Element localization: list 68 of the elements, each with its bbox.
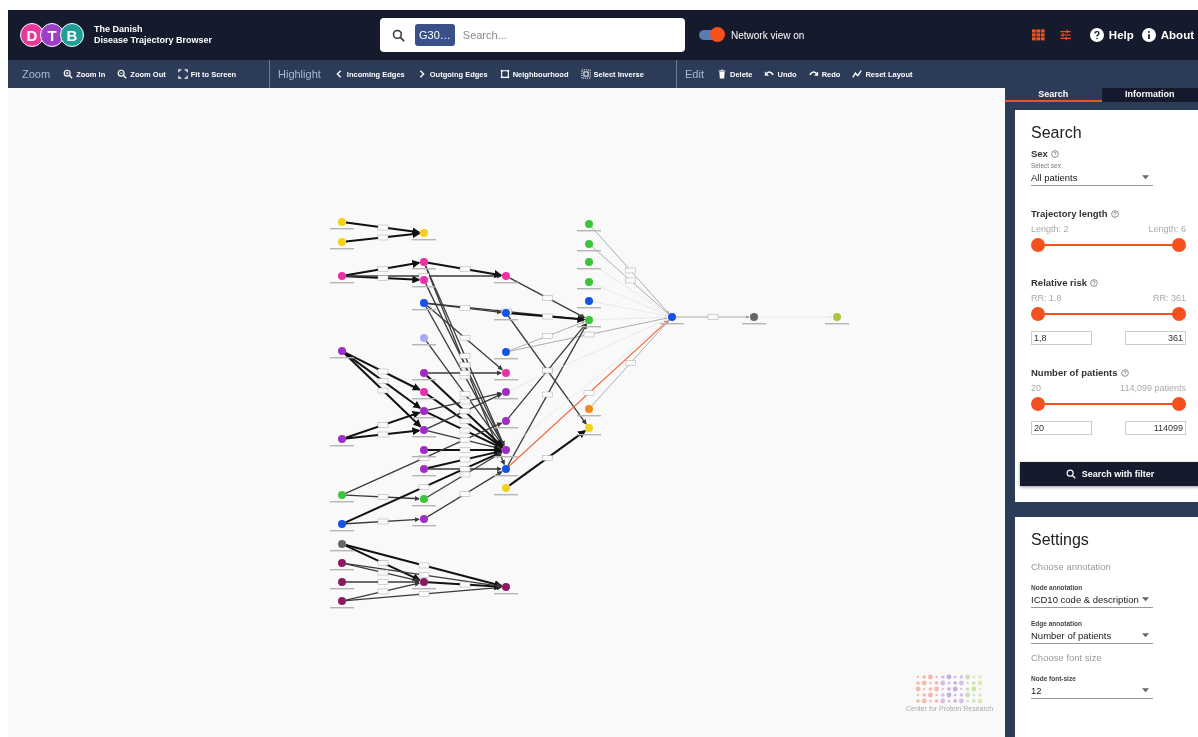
max-input[interactable]: 114099 xyxy=(1125,421,1186,435)
help-icon[interactable] xyxy=(1120,368,1129,377)
field-label: Sex xyxy=(1031,148,1048,159)
about-link[interactable]: About xyxy=(1137,28,1198,42)
slider-thumb[interactable] xyxy=(1031,397,1045,411)
search-bar[interactable]: G30… Search... xyxy=(380,18,685,52)
range-max-label: Length: 6 xyxy=(1148,224,1186,234)
range-slider[interactable] xyxy=(1031,397,1186,411)
help-link[interactable]: Help xyxy=(1085,28,1138,42)
search-icon xyxy=(392,28,405,42)
help-icon[interactable] xyxy=(1090,278,1098,287)
help-icon xyxy=(1089,28,1104,42)
fit-screen-icon xyxy=(177,69,188,79)
zigzag-line-icon xyxy=(852,69,863,79)
dotted-square-icon xyxy=(580,69,591,79)
sliders-icon[interactable] xyxy=(1058,29,1072,41)
caret-icon xyxy=(1142,633,1149,638)
grid-icon[interactable] xyxy=(1031,29,1045,41)
range-slider[interactable] xyxy=(1031,238,1186,252)
undo-arrow-icon xyxy=(764,69,775,79)
network-drawing[interactable] xyxy=(330,218,849,609)
logo-letter: D xyxy=(20,23,44,47)
field-label: Relative risk xyxy=(1031,277,1087,288)
section-subtitle: Choose annotation xyxy=(1031,561,1112,572)
help-icon[interactable] xyxy=(1110,209,1119,218)
toolbar-group-label: Zoom xyxy=(22,68,51,80)
max-input[interactable]: 361 xyxy=(1125,331,1186,345)
zoom-in-icon xyxy=(63,69,74,79)
trash-icon xyxy=(716,69,727,79)
caret-icon xyxy=(1142,597,1149,602)
card-title: Search xyxy=(1031,124,1083,142)
toolbar-group-label: Edit xyxy=(685,68,704,80)
min-input[interactable]: 20 xyxy=(1031,421,1092,435)
range-min-label: Length: 2 xyxy=(1031,224,1069,234)
slider-thumb[interactable] xyxy=(1172,397,1186,411)
panel-tab[interactable]: Search xyxy=(1005,88,1102,102)
toolbar-group-label: Highlight xyxy=(278,68,321,80)
min-input[interactable]: 1,8 xyxy=(1031,331,1092,345)
field-label: Number of patients xyxy=(1031,367,1118,378)
section-subtitle: Choose font size xyxy=(1031,652,1103,663)
search-icon xyxy=(1065,469,1076,479)
range-slider[interactable] xyxy=(1031,307,1186,321)
slider-thumb[interactable] xyxy=(1172,307,1186,321)
zoom-out-icon xyxy=(117,69,128,79)
logo-letter: T xyxy=(40,23,64,47)
app-title: The Danish xyxy=(94,24,144,35)
panel-tab[interactable]: Information xyxy=(1101,88,1198,102)
caret-icon xyxy=(1142,175,1149,180)
card-title: Settings xyxy=(1031,531,1090,549)
range-min-label: RR: 1.8 xyxy=(1031,293,1062,303)
slider-thumb[interactable] xyxy=(1031,238,1045,252)
slider-thumb[interactable] xyxy=(1031,307,1045,321)
slider-thumb[interactable] xyxy=(1172,238,1186,252)
range-max-label: 114,099 patients xyxy=(1120,383,1186,393)
network-toggle[interactable] xyxy=(699,30,723,40)
search-filter-button[interactable]: Search with filter xyxy=(1020,462,1198,486)
caret-icon xyxy=(1142,688,1149,693)
redo-arrow-icon xyxy=(808,69,819,79)
app-title: Disease Trajectory Browser xyxy=(94,35,213,46)
logo-letter: B xyxy=(60,23,84,47)
square-frame-icon xyxy=(499,69,510,79)
info-icon xyxy=(1141,28,1156,42)
field-label: Trajectory length xyxy=(1031,208,1108,219)
help-icon[interactable] xyxy=(1050,149,1059,158)
range-min-label: 20 xyxy=(1031,383,1041,393)
search-chip[interactable]: G30… xyxy=(415,24,455,46)
toggle-label: Network view on xyxy=(731,29,805,41)
range-max-label: RR: 361 xyxy=(1152,293,1186,303)
